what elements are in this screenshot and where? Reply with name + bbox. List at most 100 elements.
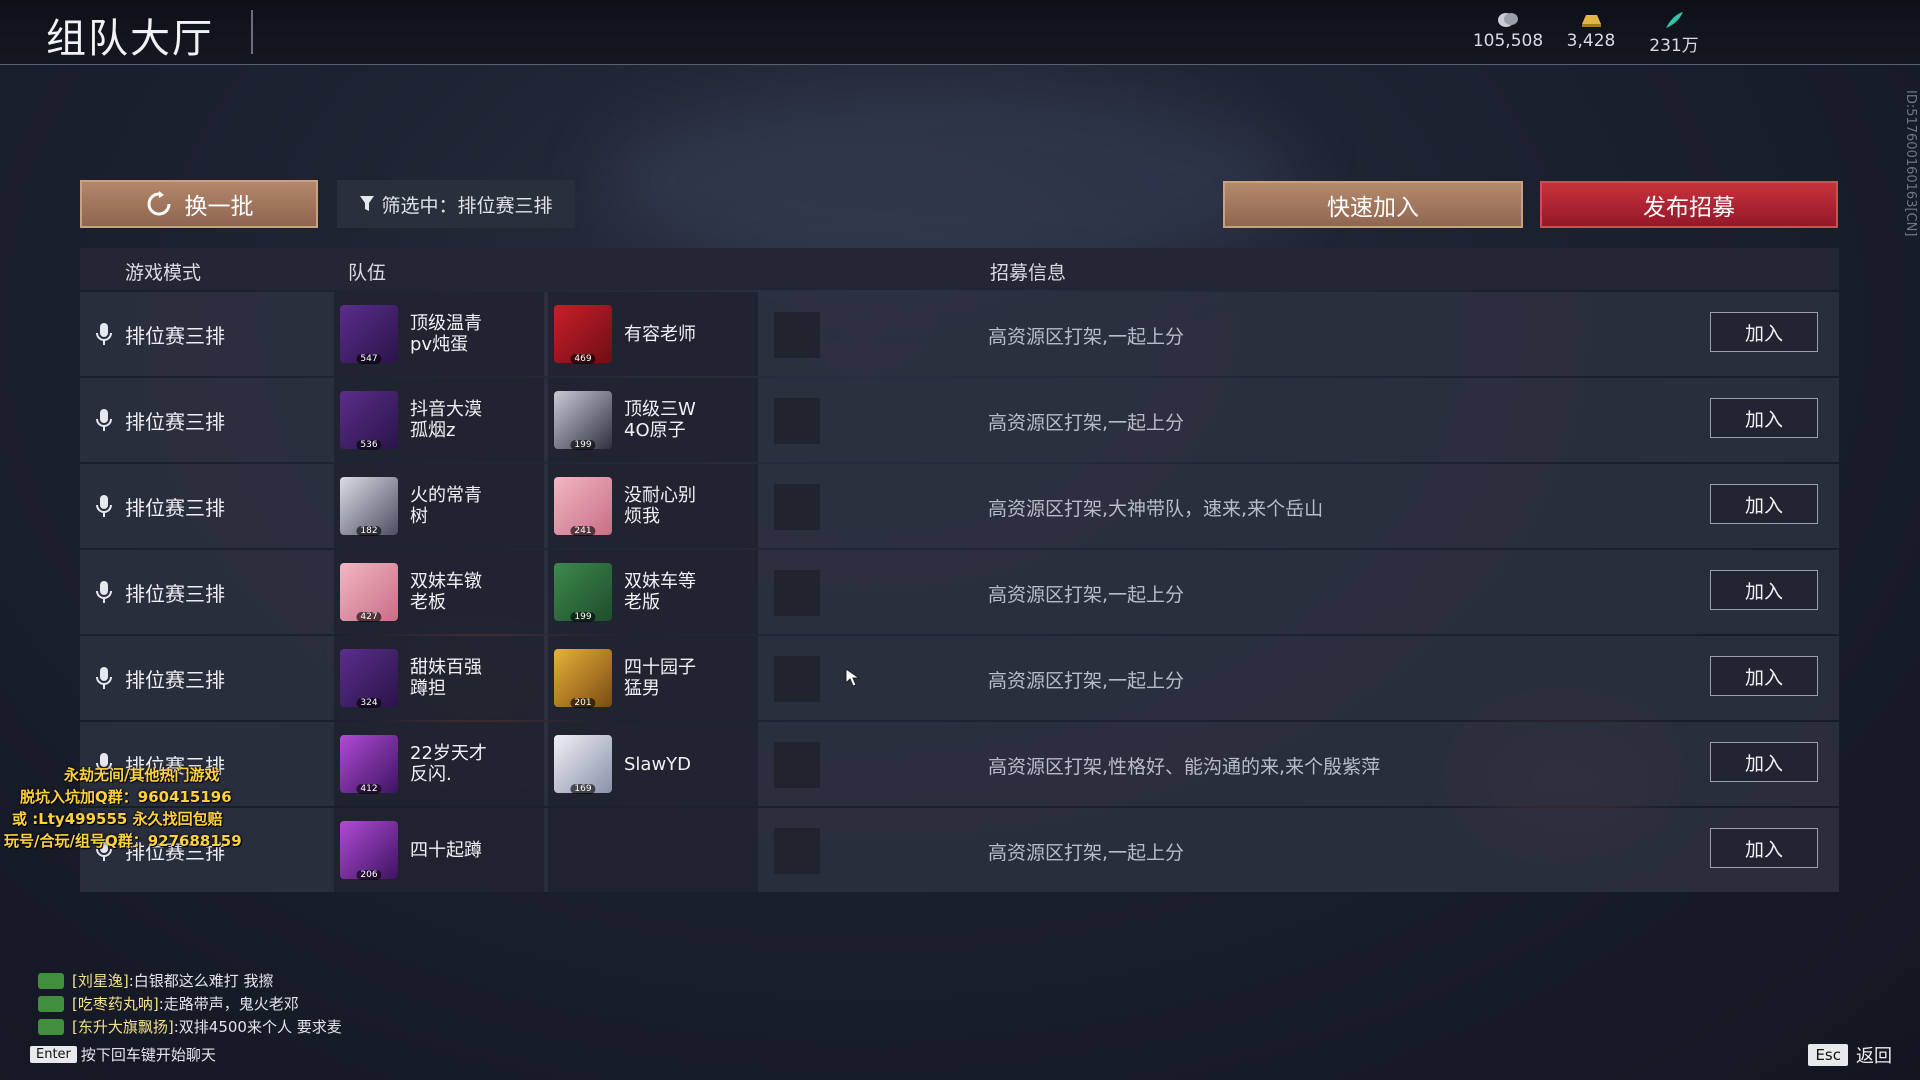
gold-ingot-icon: [1582, 15, 1601, 27]
player-avatar[interactable]: 182: [340, 477, 398, 536]
team-member-slot: 199 双妹车等 老版: [548, 550, 758, 634]
chat-message: [东升大旗飘扬] :双排4500来个人 要求麦: [38, 1016, 342, 1037]
join-button[interactable]: 加入: [1710, 484, 1818, 524]
quick-join-label: 快速加入: [1327, 194, 1419, 221]
refresh-button[interactable]: 换一批: [80, 180, 318, 228]
table-row: 排位赛三排 206 四十起蹲 高资源区打架,一起上分 加入: [80, 808, 1839, 892]
page-title: 组队大厅: [46, 16, 214, 62]
currency-coins-value: 105,508: [1472, 31, 1544, 51]
player-id: ID:517600160163[CN]: [1903, 90, 1918, 237]
team-member-slot: 182 火的常青 树: [334, 464, 544, 548]
player-name: 火的常青 树: [410, 485, 482, 527]
recruit-info: 高资源区打架,性格好、能沟通的来,来个殷紫萍: [988, 756, 1381, 778]
join-button[interactable]: 加入: [1710, 312, 1818, 352]
player-avatar[interactable]: 169: [554, 735, 612, 794]
empty-slot: [774, 828, 820, 874]
chat-message: [吃枣药丸呐] :走路带声，鬼火老邓: [38, 993, 299, 1014]
player-name: SlawYD: [624, 753, 692, 775]
microphone-icon: [96, 409, 112, 431]
team-member-slot: 169 SlawYD: [548, 722, 758, 806]
team-member-slot: 547 顶级温青 pv炖蛋: [334, 292, 544, 376]
top-bar: 组队大厅 105,508 3,428 231万: [0, 0, 1920, 65]
back-label: 返回: [1856, 1046, 1892, 1067]
table-row: 排位赛三排 324 甜妹百强 蹲担 201 四十园子 猛男 高资源区打架,一起上分 加入: [80, 636, 1839, 720]
player-name: 双妹车镦 老板: [410, 571, 482, 613]
filter-label: 筛选中：排位赛三排: [381, 194, 553, 217]
recruit-info: 高资源区打架,一起上分: [988, 326, 1185, 348]
player-name: 没耐心别 烦我: [624, 485, 696, 527]
microphone-icon: [96, 495, 112, 517]
join-button[interactable]: 加入: [1710, 742, 1818, 782]
player-avatar[interactable]: 199: [554, 391, 612, 450]
player-avatar[interactable]: 536: [340, 391, 398, 450]
chat-channel-icon: [38, 1018, 64, 1035]
table-header: 游戏模式 队伍 招募信息: [80, 248, 1839, 290]
overlay-line: 玩号/合玩/组号Q群：927688159: [4, 832, 242, 850]
chat-text: :走路带声，鬼火老邓: [158, 995, 299, 1013]
player-level: 169: [570, 784, 596, 794]
esc-key-badge: Esc: [1808, 1044, 1848, 1066]
join-button[interactable]: 加入: [1710, 570, 1818, 610]
table-row: 排位赛三排 182 火的常青 树 241 没耐心别 烦我 高资源区打架,大神带队，速来,来…: [80, 464, 1839, 548]
empty-slot: [774, 398, 820, 444]
join-button[interactable]: 加入: [1710, 828, 1818, 868]
player-level: 469: [570, 354, 596, 364]
mouse-cursor-icon: [845, 668, 861, 687]
join-button[interactable]: 加入: [1710, 398, 1818, 438]
player-avatar[interactable]: 469: [554, 305, 612, 364]
overlay-line: 永劫无间/其他热门游戏: [64, 766, 220, 784]
team-member-slot: 469 有容老师: [548, 292, 758, 376]
player-avatar[interactable]: 241: [554, 477, 612, 536]
team-table: 游戏模式 队伍 招募信息 排位赛三排 547 顶级温青 pv炖蛋 469 有容老师 高资源…: [80, 248, 1839, 892]
player-avatar[interactable]: 324: [340, 649, 398, 708]
table-row: 排位赛三排 412 22岁天才 反闪. 169 SlawYD 高资源区打架,性格好、能沟通…: [80, 722, 1839, 806]
empty-slot: [774, 312, 820, 358]
player-level: 427: [356, 612, 382, 622]
team-member-slot: 199 顶级三W 4O原子: [548, 378, 758, 462]
team-member-slot: 206 四十起蹲: [334, 808, 544, 892]
currency-gold-value: 3,428: [1566, 31, 1616, 51]
player-avatar[interactable]: 199: [554, 563, 612, 622]
empty-slot: [774, 656, 820, 702]
chat-hint-text: 按下回车键开始聊天: [80, 1046, 216, 1064]
mode-cell: 排位赛三排: [80, 550, 330, 634]
header-mode: 游戏模式: [125, 262, 202, 284]
player-level: 547: [356, 354, 382, 364]
title-divider: [251, 10, 253, 54]
header-team: 队伍: [348, 262, 387, 284]
table-row: 排位赛三排 547 顶级温青 pv炖蛋 469 有容老师 高资源区打架,一起上分 加入: [80, 292, 1839, 376]
back-button[interactable]: Esc 返回: [1808, 1042, 1892, 1068]
chat-sender: [刘星逸]: [72, 972, 129, 990]
player-level: 201: [570, 698, 596, 708]
mode-label: 排位赛三排: [125, 581, 225, 606]
team-member-slot: 536 抖音大漠 孤烟z: [334, 378, 544, 462]
empty-slot: [774, 484, 820, 530]
player-name: 双妹车等 老版: [624, 571, 696, 613]
player-level: 241: [570, 526, 596, 536]
microphone-icon: [96, 323, 112, 345]
player-avatar[interactable]: 547: [340, 305, 398, 364]
publish-recruit-button[interactable]: 发布招募: [1540, 181, 1838, 228]
chat-channel-icon: [38, 972, 64, 989]
player-avatar[interactable]: 206: [340, 821, 398, 880]
player-level: 536: [356, 440, 382, 450]
player-avatar[interactable]: 412: [340, 735, 398, 794]
filter-icon: [360, 196, 375, 211]
player-avatar[interactable]: 427: [340, 563, 398, 622]
filter-button[interactable]: 筛选中：排位赛三排: [337, 180, 575, 228]
player-name: 四十起蹲: [410, 839, 482, 861]
mode-cell: 排位赛三排: [80, 636, 330, 720]
mode-label: 排位赛三排: [125, 495, 225, 520]
chat-text: :双排4500来个人 要求麦: [173, 1018, 342, 1036]
team-member-slot: 324 甜妹百强 蹲担: [334, 636, 544, 720]
player-avatar[interactable]: 201: [554, 649, 612, 708]
chat-message: [刘星逸] :白银都这么难打 我擦: [38, 970, 274, 991]
quick-join-button[interactable]: 快速加入: [1223, 181, 1523, 228]
player-name: 甜妹百强 蹲担: [410, 657, 482, 699]
recruit-info: 高资源区打架,大神带队，速来,来个岳山: [988, 498, 1324, 520]
chat-text: :白银都这么难打 我擦: [128, 972, 274, 990]
join-button[interactable]: 加入: [1710, 656, 1818, 696]
chat-input-hint[interactable]: Enter 按下回车键开始聊天: [30, 1044, 216, 1065]
microphone-icon: [96, 581, 112, 603]
currency-gold: 3,428: [1546, 10, 1636, 51]
